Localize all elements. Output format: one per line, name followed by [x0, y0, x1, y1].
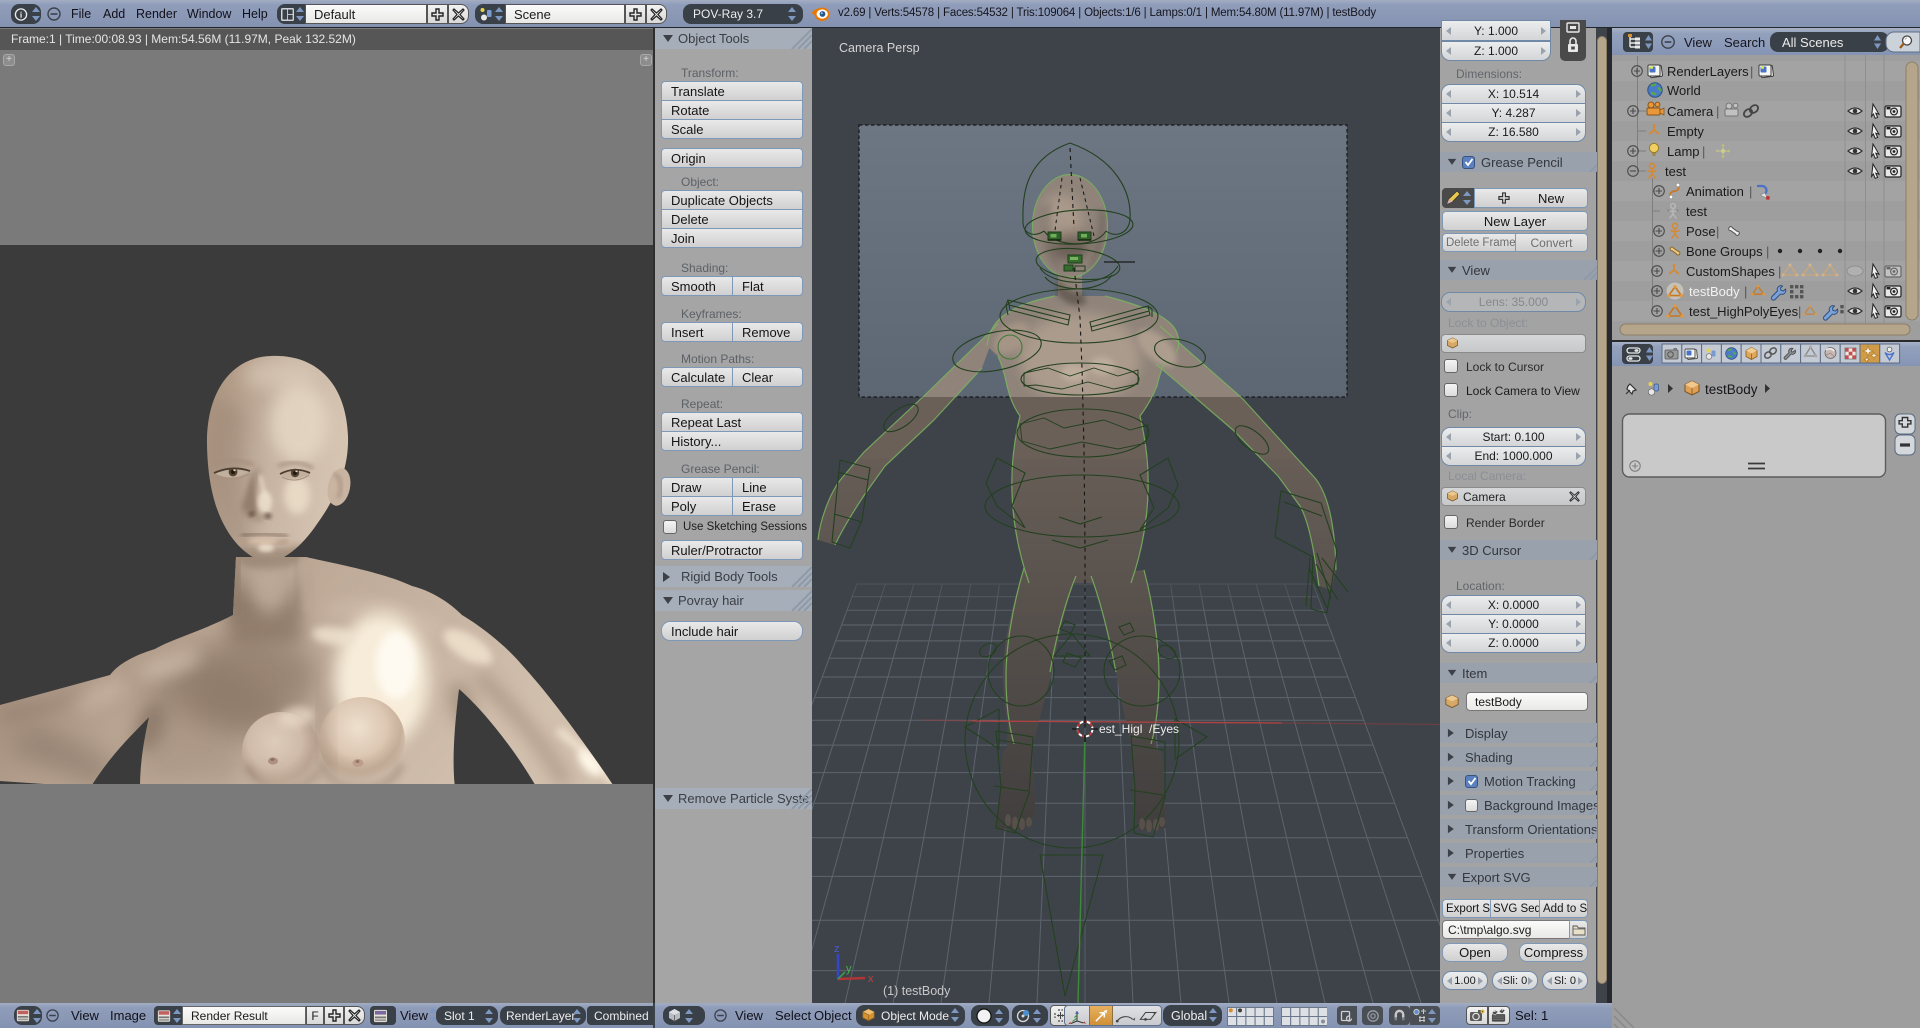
svg-text:y: y	[846, 963, 852, 975]
svg-text:(1) testBody: (1) testBody	[883, 984, 951, 998]
svg-text:|: |	[1749, 184, 1752, 199]
svg-text:test: test	[1665, 164, 1686, 179]
svg-text:|: |	[1750, 64, 1753, 79]
svg-text:Camera: Camera	[1667, 104, 1714, 119]
svg-text:World: World	[1667, 83, 1701, 98]
svg-text:/Eyes: /Eyes	[1149, 722, 1179, 736]
svg-text:test: test	[1686, 204, 1707, 219]
svg-text:Lamp: Lamp	[1667, 144, 1700, 159]
svg-text:Animation: Animation	[1686, 184, 1744, 199]
svg-text:|: |	[1798, 304, 1801, 319]
svg-text:|: |	[1744, 284, 1747, 299]
svg-text:|: |	[1702, 144, 1705, 159]
svg-text:View: View	[1684, 35, 1713, 50]
svg-text:Camera Persp: Camera Persp	[839, 41, 920, 55]
svg-text:testBody: testBody	[1705, 382, 1758, 397]
svg-text:z: z	[834, 943, 840, 955]
svg-text:Pose: Pose	[1686, 224, 1716, 239]
svg-text:All Scenes: All Scenes	[1782, 35, 1844, 50]
svg-text:Empty: Empty	[1667, 124, 1704, 139]
svg-text:est_Higl: est_Higl	[1099, 722, 1142, 736]
svg-text:x: x	[868, 973, 874, 985]
svg-text:|: |	[1766, 244, 1769, 259]
svg-text:Bone Groups: Bone Groups	[1686, 244, 1763, 259]
svg-text:|: |	[1716, 104, 1719, 119]
svg-text:RenderLayers: RenderLayers	[1667, 64, 1749, 79]
svg-text:Search: Search	[1724, 35, 1765, 50]
svg-text:|: |	[1716, 224, 1719, 239]
svg-text:CustomShapes: CustomShapes	[1686, 264, 1775, 279]
svg-text:i: i	[20, 10, 23, 19]
svg-text:|: |	[1778, 264, 1781, 279]
svg-text:test_HighPolyEyes: test_HighPolyEyes	[1689, 304, 1799, 319]
svg-text:testBody: testBody	[1689, 284, 1740, 299]
